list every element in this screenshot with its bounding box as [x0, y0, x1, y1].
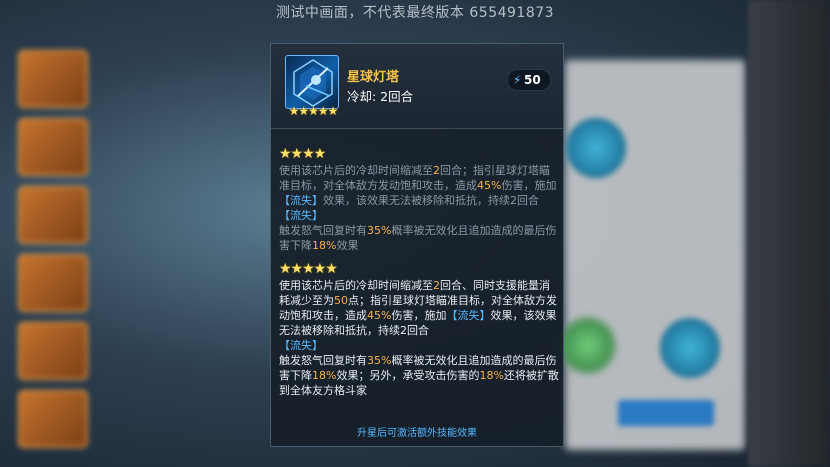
background-card — [18, 390, 88, 448]
description-segment: 45% — [367, 309, 392, 322]
description-segment: 18% — [312, 369, 337, 382]
skill-star-rating: ★★★★★ — [288, 104, 339, 118]
skill-header: ★★★★★ 星球灯塔 冷却: 2回合 ⚡ 50 — [271, 44, 563, 129]
description-segment: 18% — [312, 239, 337, 252]
test-watermark: 测试中画面，不代表最终版本 655491873 — [275, 5, 555, 21]
background-orb — [560, 318, 615, 373]
tier5-stars: ★★★★★ — [279, 261, 338, 277]
description-segment: 触发怒气回复时有 — [279, 354, 367, 367]
background-card — [18, 254, 88, 312]
tier5-effect-description: 触发怒气回复时有35%概率被无效化且追加造成的最后伤害下降18%效果；另外，承受… — [279, 353, 559, 398]
background-button — [618, 400, 714, 426]
background-orb — [660, 318, 720, 378]
lightning-icon: ⚡ — [513, 73, 522, 87]
energy-cost-badge: ⚡ 50 — [507, 69, 551, 91]
description-segment: 效果；另外，承受攻击伤害的 — [336, 369, 480, 382]
description-segment: 使用该芯片后的冷却时间缩减至 — [279, 164, 433, 177]
skill-description: ★★★★ 使用该芯片后的冷却时间缩减至2回合；指引星球灯塔瞄准目标，对全体敌方发… — [279, 146, 559, 398]
upgrade-hint: 升星后可激活额外技能效果 — [357, 428, 477, 439]
skill-name: 星球灯塔 — [347, 70, 400, 85]
description-segment: 50 — [334, 294, 348, 307]
description-segment: 效果 — [336, 239, 359, 252]
description-segment: 2 — [433, 279, 440, 292]
description-segment: 触发怒气回复时有 — [279, 224, 367, 237]
lighthouse-icon — [285, 55, 339, 109]
background-sidebar — [748, 0, 830, 467]
tier4-effect-description: 触发怒气回复时有35%概率被无效化且追加造成的最后伤害下降18%效果 — [279, 223, 559, 253]
description-segment: 伤害，施加 — [391, 309, 447, 322]
description-segment: 35% — [367, 354, 392, 367]
description-segment: 2 — [433, 164, 440, 177]
description-segment: 使用该芯片后的冷却时间缩减至 — [279, 279, 433, 292]
description-segment: 效果，该效果无法被移除和抵抗，持续2回合 — [323, 194, 539, 207]
tier4-effect-title: 【流失】 — [279, 209, 323, 222]
background-card — [18, 118, 88, 176]
description-segment: 18% — [479, 369, 504, 382]
tier4-stars: ★★★★ — [279, 146, 326, 162]
tier5-effect-title: 【流失】 — [279, 339, 323, 352]
skill-cooldown: 冷却: 2回合 — [347, 89, 414, 104]
background-orb — [566, 118, 626, 178]
background-card-column — [10, 40, 88, 467]
description-segment: 【流失】 — [279, 194, 323, 207]
background-card — [18, 50, 88, 108]
skill-tooltip: ★★★★★ 星球灯塔 冷却: 2回合 ⚡ 50 ★★★★ 使用该芯片后的冷却时间… — [270, 43, 564, 447]
description-segment: 45% — [477, 179, 502, 192]
description-segment: 35% — [367, 224, 392, 237]
description-segment: 【流失】 — [446, 309, 491, 322]
background-card — [18, 322, 88, 380]
background-card — [18, 186, 88, 244]
energy-cost-value: 50 — [524, 73, 541, 87]
description-segment: 伤害，施加 — [501, 179, 557, 192]
tier5-description: 使用该芯片后的冷却时间缩减至2回合、同时支援能量消耗减少至为50点；指引星球灯塔… — [279, 278, 559, 338]
tier4-description: 使用该芯片后的冷却时间缩减至2回合；指引星球灯塔瞄准目标，对全体敌方发动饱和攻击… — [279, 163, 559, 208]
